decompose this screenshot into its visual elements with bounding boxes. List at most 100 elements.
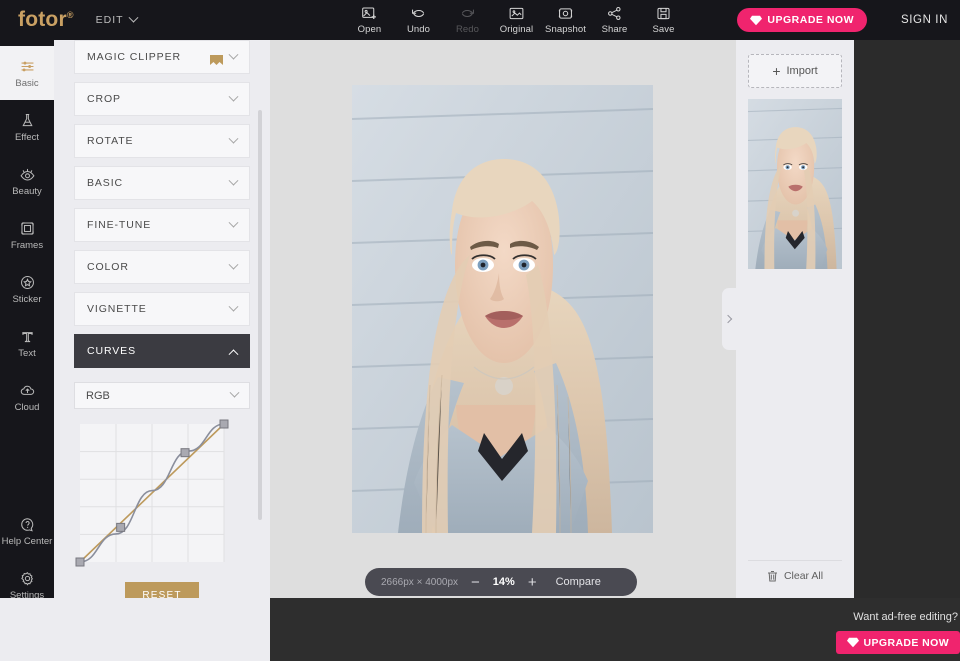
basic-tools-panel: MAGIC CLIPPER CROP ROTATE BASIC FINE-TUNE COL… (54, 40, 270, 661)
sidebar-item-effect[interactable]: Effect (0, 100, 54, 154)
accordion-label: BASIC (87, 177, 123, 189)
edit-menu-label: EDIT (96, 14, 124, 26)
zoom-toolbar: 2666px × 4000px − 14% + Compare (365, 568, 637, 596)
text-t-icon (19, 328, 36, 345)
panel-scrollbar[interactable] (258, 110, 262, 520)
toolbar-actions: OpenUndo Redo Original Snapshot Share Save (345, 0, 688, 40)
toolbar-snapshot-label: Snapshot (545, 24, 586, 35)
photo-thumbnail[interactable] (748, 99, 842, 269)
thumbnail-image (748, 99, 842, 269)
curve-control-point[interactable] (181, 449, 189, 457)
right-panel-collapse-handle[interactable] (722, 288, 737, 350)
sliders-icon (19, 58, 36, 75)
accordion-color[interactable]: COLOR (74, 250, 250, 284)
accordion-label: CURVES (87, 345, 136, 357)
zoom-level-label: 14% (493, 576, 515, 588)
pro-flag-badge-icon (210, 52, 223, 62)
photo-tray-panel: + Import (736, 40, 854, 598)
plus-icon: + (772, 63, 780, 79)
toolbar-snapshot-button[interactable]: Snapshot (541, 0, 590, 40)
curve-control-point[interactable] (76, 558, 84, 566)
flask-icon (19, 112, 36, 129)
logo-text: fotor (18, 8, 67, 31)
curve-control-point[interactable] (220, 420, 228, 428)
chevron-down-icon (229, 259, 239, 269)
accordion-label: COLOR (87, 261, 129, 273)
curve-control-point[interactable] (117, 523, 125, 531)
chevron-down-icon (229, 49, 239, 59)
upgrade-now-label: UPGRADE NOW (767, 14, 854, 26)
image-dimensions-label: 2666px × 4000px (381, 577, 458, 588)
gear-icon (19, 570, 36, 587)
zoom-in-button[interactable]: + (528, 575, 537, 590)
accordion-label: ROTATE (87, 135, 133, 147)
toolbar-redo-label: Redo (456, 24, 479, 35)
curves-panel-body: RGBRESET (54, 376, 270, 600)
sidebar-item-label: Text (18, 348, 35, 359)
curve-channel-select[interactable]: RGB (74, 382, 250, 409)
fotor-editor-window: fotor® EDIT OpenUndo Redo Original Snapshot… (0, 0, 960, 661)
sidebar-item-sticker[interactable]: Sticker (0, 262, 54, 316)
question-bubble-icon (19, 516, 36, 533)
portrait-image (352, 85, 653, 533)
import-label: Import (787, 65, 818, 77)
tone-curve-graph[interactable] (74, 418, 230, 568)
sidebar-item-label: Cloud (15, 402, 40, 413)
edit-menu-dropdown[interactable]: EDIT (96, 14, 137, 26)
toolbar-share-button[interactable]: Share (590, 0, 639, 40)
sign-in-label: SIGN IN (901, 14, 948, 26)
accordion-magic-clipper[interactable]: MAGIC CLIPPER (74, 40, 250, 74)
clear-all-button[interactable]: Clear All (748, 560, 842, 590)
sidebar-item-frames[interactable]: Frames (0, 208, 54, 262)
toolbar-original-label: Original (500, 24, 534, 35)
sidebar-item-text[interactable]: Text (0, 316, 54, 370)
toolbar-redo-button[interactable]: Redo (443, 0, 492, 40)
accordion-vignette[interactable]: VIGNETTE (74, 292, 250, 326)
accordion-label: VIGNETTE (87, 303, 147, 315)
share-icon (606, 5, 623, 22)
top-toolbar: fotor® EDIT OpenUndo Redo Original Snapshot… (0, 0, 960, 40)
zoom-out-button[interactable]: − (471, 575, 480, 590)
chevron-right-icon (724, 315, 732, 323)
sidebar-item-help-center[interactable]: Help Center (0, 504, 54, 558)
logo-registered-mark: ® (67, 10, 74, 20)
ad-footer: Want ad-free editing? UPGRADE NOW (270, 598, 960, 661)
toolbar-undo-button[interactable]: Undo (394, 0, 443, 40)
fotor-logo[interactable]: fotor® (18, 8, 74, 32)
save-disk-icon (655, 5, 672, 22)
accordion-fine-tune[interactable]: FINE-TUNE (74, 208, 250, 242)
accordion-rotate[interactable]: ROTATE (74, 124, 250, 158)
toolbar-share-label: Share (602, 24, 628, 35)
accordion-label: MAGIC CLIPPER (87, 51, 181, 63)
compare-button[interactable]: Compare (556, 576, 601, 588)
toolbar-save-button[interactable]: Save (639, 0, 688, 40)
accordion-crop[interactable]: CROP (74, 82, 250, 116)
chevron-down-icon (229, 217, 239, 227)
footer-left-fill (0, 598, 270, 661)
open-image-icon (361, 5, 378, 22)
toolbar-open-button[interactable]: Open (345, 0, 394, 40)
chevron-down-icon (230, 388, 240, 398)
sidebar-item-label: Frames (11, 240, 43, 251)
redo-icon (459, 5, 476, 22)
footer-upgrade-button[interactable]: UPGRADE NOW (836, 631, 960, 654)
accordion-basic[interactable]: BASIC (74, 166, 250, 200)
eye-icon (19, 166, 36, 183)
sidebar-item-label: Basic (15, 78, 38, 89)
sidebar-item-cloud[interactable]: Cloud (0, 370, 54, 424)
main-photo[interactable] (352, 85, 653, 533)
toolbar-original-button[interactable]: Original (492, 0, 541, 40)
chevron-down-icon (128, 12, 138, 22)
undo-icon (410, 5, 427, 22)
import-button[interactable]: + Import (748, 54, 842, 88)
sidebar-item-label: Beauty (12, 186, 42, 197)
accordion-curves[interactable]: CURVES (74, 334, 250, 368)
accordion-label: CROP (87, 93, 121, 105)
sidebar-item-beauty[interactable]: Beauty (0, 154, 54, 208)
sidebar-item-basic[interactable]: Basic (0, 46, 54, 100)
upgrade-now-button[interactable]: UPGRADE NOW (737, 8, 867, 32)
toolbar-save-label: Save (652, 24, 674, 35)
left-nav-rail: Basic Effect Beauty Frames Sticker Text Cloud H… (0, 40, 54, 661)
sign-in-button[interactable]: SIGN IN (901, 0, 948, 40)
curve-graph-container[interactable] (74, 418, 230, 568)
